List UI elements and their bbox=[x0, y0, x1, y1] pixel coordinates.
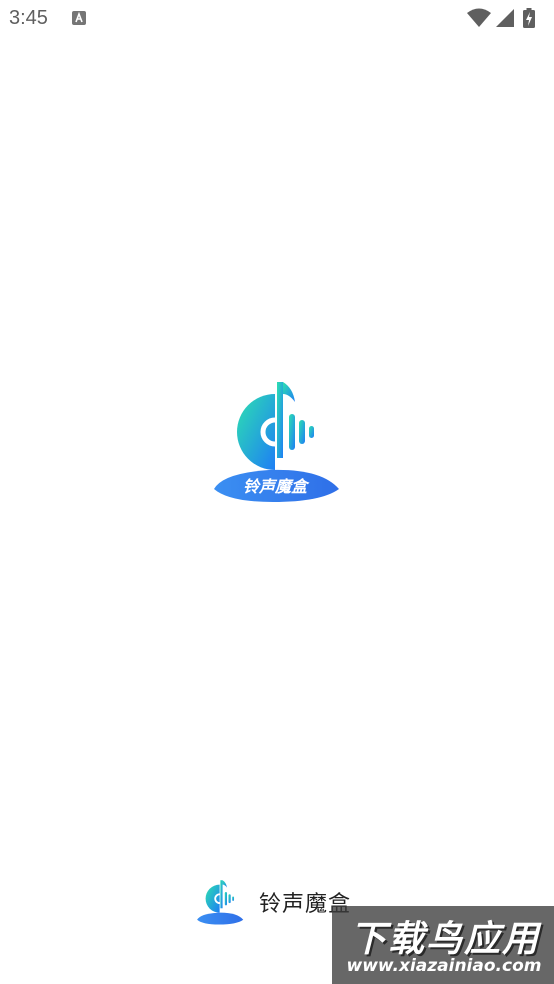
watermark: 下载鸟应用 www.xiazainiao.com bbox=[332, 906, 554, 984]
text-a-icon bbox=[72, 11, 86, 25]
watermark-title: 下载鸟应用 bbox=[349, 919, 540, 960]
status-bar: 3:45 bbox=[0, 0, 554, 38]
watermark-url: www.xiazainiao.com bbox=[346, 956, 542, 976]
status-time: 3:45 bbox=[9, 7, 48, 29]
app-logo-icon bbox=[197, 880, 244, 925]
wifi-icon bbox=[467, 8, 491, 27]
splash-logo: 铃声魔盒 bbox=[211, 378, 341, 504]
signal-icon bbox=[496, 9, 514, 27]
music-note-disc-icon: 铃声魔盒 bbox=[214, 382, 339, 502]
battery-charging-icon bbox=[523, 8, 535, 28]
splash-logo-text: 铃声魔盒 bbox=[243, 477, 310, 496]
